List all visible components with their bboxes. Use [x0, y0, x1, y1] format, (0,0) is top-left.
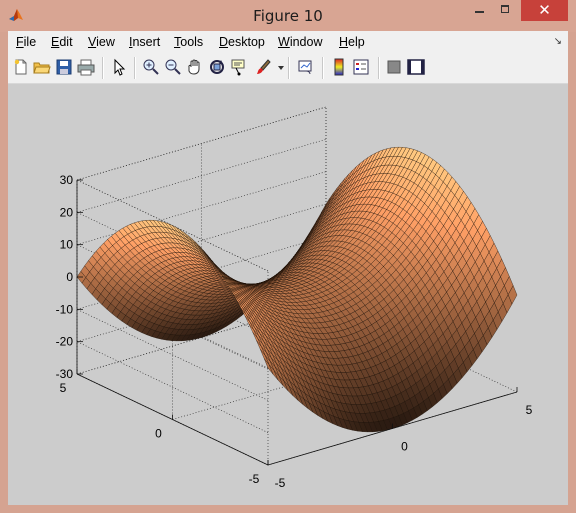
figure-client: File Edit View Insert Tools Desktop Wind… — [8, 31, 568, 505]
open-file-icon[interactable] — [33, 58, 51, 76]
menu-help[interactable]: Help — [339, 35, 365, 49]
z-tick-label: 10 — [60, 238, 74, 252]
data-cursor-icon[interactable] — [230, 58, 248, 76]
z-tick-label: 30 — [60, 173, 74, 187]
show-plot-tools-icon[interactable] — [407, 58, 425, 76]
axes-area[interactable]: 30 20 10 0 -10 -20 -30 -5 0 5 -5 0 5 — [8, 84, 568, 505]
brush-icon[interactable] — [254, 58, 272, 76]
link-plot-icon[interactable] — [297, 58, 315, 76]
menu-tools[interactable]: Tools — [174, 35, 203, 49]
menu-window-accel: W — [278, 35, 290, 49]
brush-dropdown-arrow-icon[interactable] — [278, 66, 284, 70]
title-bar[interactable]: Figure 10 ✕ — [0, 0, 576, 32]
maximize-icon — [501, 5, 509, 13]
menu-file[interactable]: File — [16, 35, 36, 49]
z-tick-label: -30 — [56, 367, 74, 381]
toolbar-separator — [322, 57, 324, 79]
menu-help-accel: H — [339, 35, 349, 49]
z-tick-label: -10 — [56, 302, 74, 316]
menu-file-accel: F — [16, 35, 24, 49]
insert-colorbar-icon[interactable] — [330, 58, 348, 76]
hide-plot-tools-icon[interactable] — [385, 58, 403, 76]
menu-insert-label: nsert — [132, 35, 161, 49]
figure-toolbar — [8, 53, 568, 84]
z-tick-label: -20 — [56, 335, 74, 349]
grid-line — [76, 138, 327, 213]
menu-help-label: elp — [348, 35, 365, 49]
zoom-in-icon[interactable] — [142, 58, 160, 76]
menu-edit[interactable]: Edit — [51, 35, 73, 49]
maximize-button[interactable] — [493, 0, 519, 21]
menu-view[interactable]: View — [88, 35, 115, 49]
x-tick-label: 5 — [526, 403, 533, 417]
y-tick-label: 5 — [60, 381, 67, 395]
menu-tools-label: ools — [180, 35, 204, 49]
menu-window-label: indow — [289, 35, 323, 49]
figure-window: Figure 10 ✕ File Edit View Insert Tools … — [0, 0, 576, 513]
menu-window[interactable]: Window — [278, 35, 322, 49]
zoom-out-icon[interactable] — [164, 58, 182, 76]
saddle-surface — [76, 146, 518, 433]
menu-desktop-label: esktop — [228, 35, 265, 49]
menu-bar: File Edit View Insert Tools Desktop Wind… — [8, 31, 568, 53]
menu-desktop[interactable]: Desktop — [219, 35, 265, 49]
menu-desktop-accel: D — [219, 35, 229, 49]
minimize-icon — [475, 11, 484, 13]
minimize-button[interactable] — [466, 0, 492, 21]
toolbar-separator — [378, 57, 380, 79]
insert-legend-icon[interactable] — [352, 58, 370, 76]
menu-view-label: iew — [96, 35, 115, 49]
toolbar-separator — [134, 57, 136, 79]
rotate-3d-icon[interactable] — [208, 58, 226, 76]
menu-file-label: ile — [23, 35, 37, 49]
close-icon: ✕ — [538, 1, 551, 19]
print-icon[interactable] — [77, 58, 95, 76]
z-tick-label: 0 — [66, 270, 73, 284]
x-tick-label: 0 — [401, 440, 408, 454]
z-tick-label: 20 — [60, 205, 74, 219]
save-icon[interactable] — [55, 58, 73, 76]
new-figure-icon[interactable] — [12, 58, 30, 76]
edit-plot-arrow-icon[interactable] — [110, 58, 128, 76]
toolbar-separator — [102, 57, 104, 79]
dock-figure-icon[interactable]: ↘ — [554, 36, 562, 47]
menu-insert[interactable]: Insert — [129, 35, 160, 49]
y-tick-label: 0 — [155, 427, 162, 441]
x-tick-label: -5 — [275, 476, 286, 490]
menu-view-accel: V — [88, 35, 97, 49]
surface-plot[interactable]: 30 20 10 0 -10 -20 -30 -5 0 5 -5 0 5 — [8, 84, 568, 505]
menu-edit-label: dit — [59, 35, 73, 49]
toolbar-separator — [288, 57, 290, 79]
y-tick-label: -5 — [249, 472, 260, 486]
pan-hand-icon[interactable] — [186, 58, 204, 76]
close-button[interactable]: ✕ — [521, 0, 568, 21]
